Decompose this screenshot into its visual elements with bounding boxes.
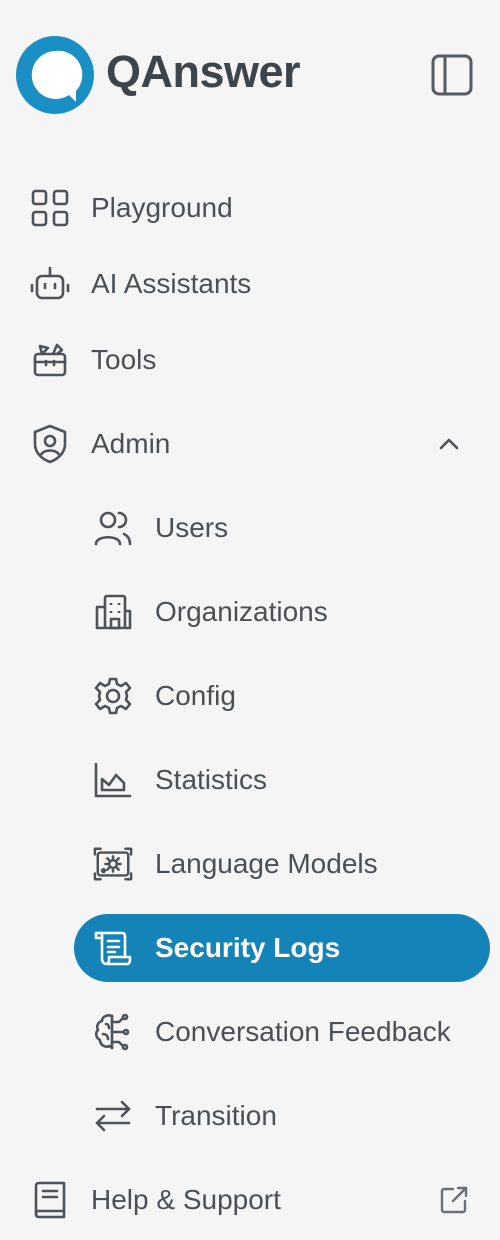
sidebar-header: QAnswer — [0, 0, 500, 150]
brain-icon — [93, 1012, 133, 1052]
nav-item-help-support[interactable]: Help & Support — [0, 1168, 500, 1232]
nav-label: Statistics — [155, 764, 268, 795]
nav-label: Conversation Feedback — [155, 1016, 451, 1047]
nav-item-admin[interactable]: Admin — [0, 412, 500, 476]
building-icon — [93, 592, 133, 632]
model-icon — [93, 844, 133, 884]
nav-item-users[interactable]: Users — [0, 496, 500, 560]
nav-item-ai-assistants[interactable]: AI Assistants — [0, 252, 500, 316]
book-icon — [30, 1180, 70, 1220]
nav-item-transition[interactable]: Transition — [0, 1084, 500, 1148]
nav-label: Users — [155, 512, 229, 543]
nav-label: Playground — [91, 192, 233, 223]
nav-item-tools[interactable]: Tools — [0, 328, 500, 392]
nav-item-conversation-feedback[interactable]: Conversation Feedback — [0, 1000, 500, 1064]
chevron-up-icon[interactable] — [431, 426, 467, 462]
gear-icon — [93, 676, 133, 716]
brand-name: QAnswer — [106, 46, 301, 97]
nav-item-config[interactable]: Config — [0, 664, 500, 728]
robot-icon — [30, 264, 70, 304]
sidebar-toggle-button[interactable] — [430, 53, 474, 97]
nav-item-playground[interactable]: Playground — [0, 176, 500, 240]
nav-item-statistics[interactable]: Statistics — [0, 748, 500, 812]
chart-icon — [93, 760, 133, 800]
nav-item-language-models[interactable]: Language Models — [0, 832, 500, 896]
nav-label: Transition — [155, 1100, 277, 1131]
toolbox-icon — [30, 340, 70, 380]
nav-label: AI Assistants — [91, 268, 252, 299]
nav-label: Config — [155, 680, 236, 711]
nav-item-organizations[interactable]: Organizations — [0, 580, 500, 644]
nav-label: Language Models — [155, 848, 378, 879]
scroll-icon — [93, 928, 133, 968]
grid-icon — [30, 188, 70, 228]
nav-label: Help & Support — [91, 1184, 281, 1215]
sidebar-toggle-icon — [431, 54, 473, 96]
arrows-exchange-icon — [93, 1096, 133, 1136]
nav-label: Organizations — [155, 596, 328, 627]
nav-label: Tools — [91, 344, 157, 375]
nav-label: Admin — [91, 428, 171, 459]
nav-item-security-logs[interactable]: Security Logs — [0, 916, 500, 980]
nav-label: Security Logs — [155, 932, 341, 963]
qanswer-logo-icon — [16, 36, 96, 116]
external-link-icon — [436, 1182, 472, 1218]
shield-user-icon — [30, 424, 70, 464]
users-icon — [93, 508, 133, 548]
